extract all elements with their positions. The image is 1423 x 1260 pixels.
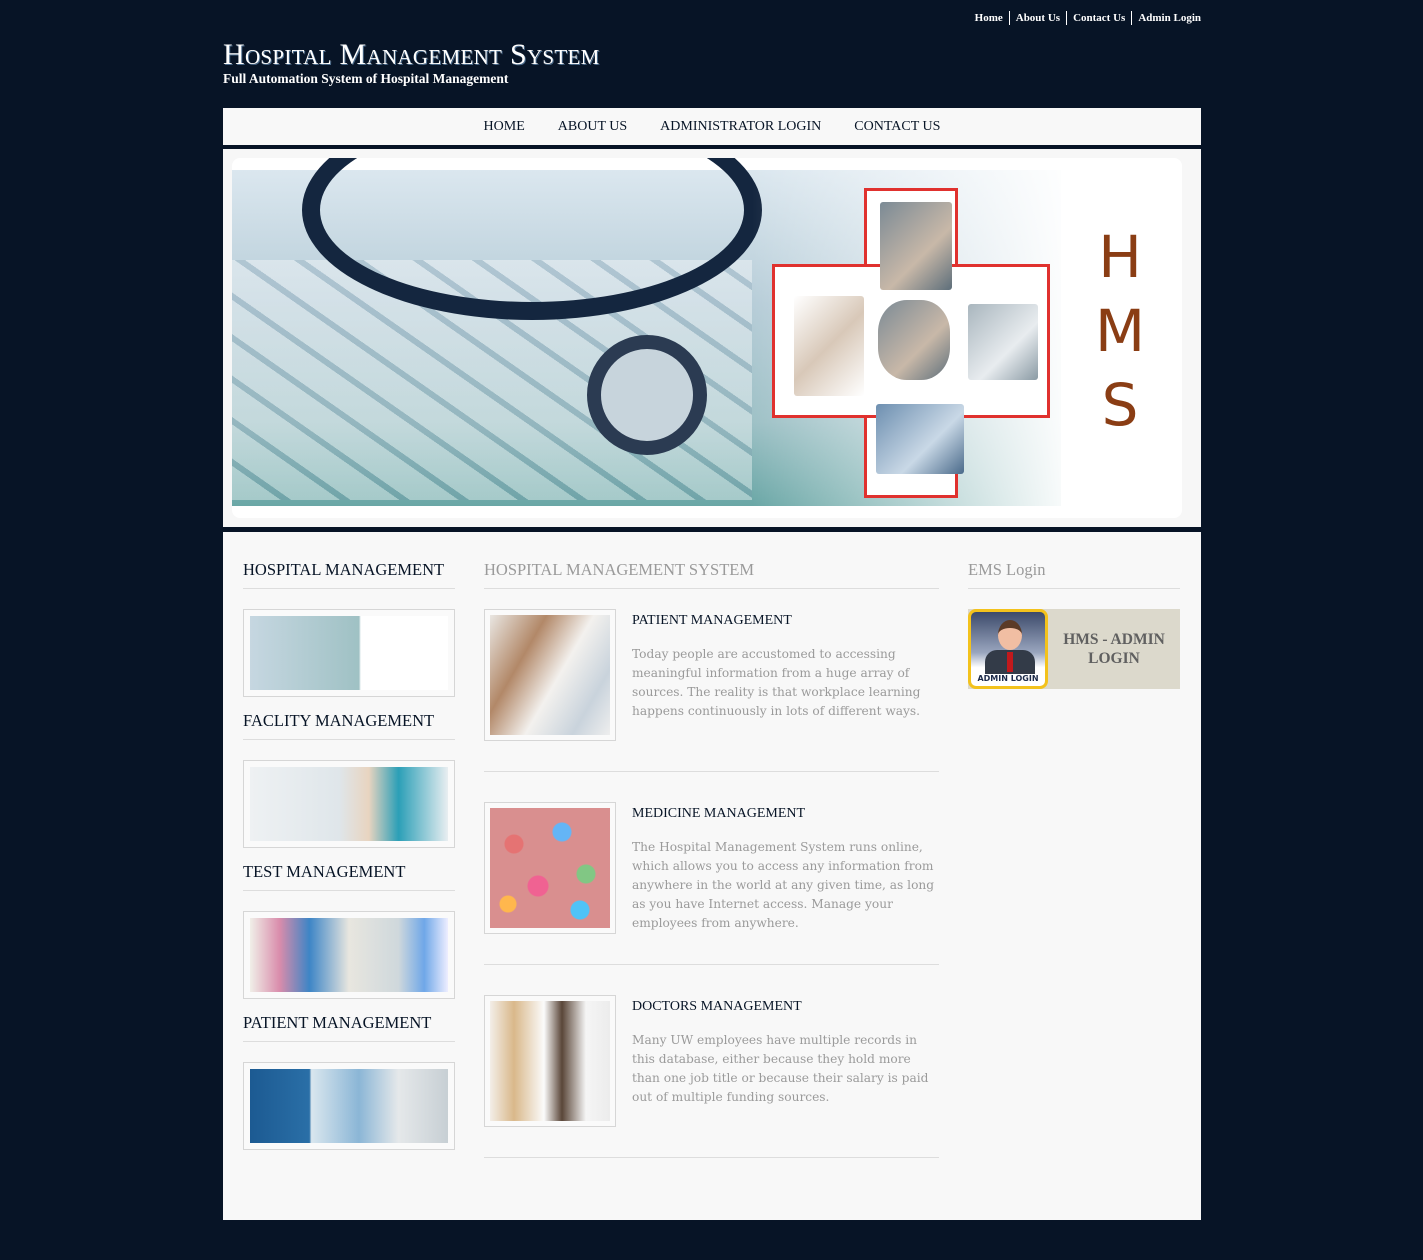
list-item: PATIENT MANAGEMENT Today people are accu…: [484, 609, 939, 772]
item-title[interactable]: DOCTORS MANAGEMENT: [632, 999, 939, 1015]
list-item: MEDICINE MANAGEMENT The Hospital Managem…: [484, 802, 939, 965]
nav-administrator-login[interactable]: ADMINISTRATOR LOGIN: [644, 119, 838, 135]
hms-vertical-text: H M S: [1094, 223, 1146, 439]
collage-photo: [878, 300, 950, 380]
sidebar-image-patient[interactable]: [243, 1062, 455, 1150]
sidebar-image-facility[interactable]: [243, 760, 455, 848]
nav-contact-us[interactable]: CONTACT US: [838, 119, 957, 135]
nav-home[interactable]: HOME: [467, 119, 541, 135]
nav-about-us[interactable]: ABOUT US: [541, 119, 643, 135]
site-title[interactable]: Hospital Management System: [223, 38, 600, 72]
right-sidebar: EMS Login ADMIN LOGIN HMS - ADMIN LOGIN: [968, 560, 1180, 689]
main-column: HOSPITAL MANAGEMENT SYSTEM PATIENT MANAG…: [484, 560, 939, 1188]
admin-login-button[interactable]: ADMIN LOGIN HMS - ADMIN LOGIN: [968, 609, 1180, 689]
top-link-admin-login[interactable]: Admin Login: [1131, 11, 1201, 25]
red-cross-icon: [772, 188, 1050, 498]
hms-thumbnail: [250, 616, 448, 690]
item-title[interactable]: PATIENT MANAGEMENT: [632, 613, 939, 629]
sidebar-heading-patient: PATIENT MANAGEMENT: [243, 1013, 455, 1042]
main-heading: HOSPITAL MANAGEMENT SYSTEM: [484, 560, 939, 589]
admin-user-icon[interactable]: ADMIN LOGIN: [968, 609, 1048, 689]
site-branding: Hospital Management System Full Automati…: [223, 38, 600, 86]
collage-photo: [876, 404, 964, 474]
top-link-home[interactable]: Home: [969, 11, 1009, 25]
lab-photo: [250, 918, 448, 992]
top-link-contact[interactable]: Contact Us: [1066, 11, 1131, 25]
item-description: The Hospital Management System runs onli…: [632, 840, 935, 930]
item-title[interactable]: MEDICINE MANAGEMENT: [632, 806, 939, 822]
collage-photo: [968, 304, 1038, 380]
admin-login-label[interactable]: HMS - ADMIN LOGIN: [1048, 630, 1180, 668]
content-area: HOSPITAL MANAGEMENT FACLITY MANAGEMENT T…: [223, 532, 1201, 1220]
doctors-photo: [490, 1001, 610, 1121]
sidebar-image-test[interactable]: [243, 911, 455, 999]
item-image: [484, 802, 616, 934]
ems-login-heading: EMS Login: [968, 560, 1180, 589]
nurse-photo: [250, 767, 448, 841]
top-links: Home About Us Contact Us Admin Login: [969, 11, 1201, 25]
sidebar-image-hospital[interactable]: [243, 609, 455, 697]
item-image: [484, 995, 616, 1127]
main-nav: HOME ABOUT US ADMINISTRATOR LOGIN CONTAC…: [223, 108, 1201, 147]
item-description: Today people are accustomed to accessing…: [632, 647, 921, 718]
admin-icon-label: ADMIN LOGIN: [977, 674, 1039, 683]
top-link-about[interactable]: About Us: [1008, 11, 1066, 25]
banner-section: H M S: [223, 149, 1201, 527]
item-image: [484, 609, 616, 741]
sidebar-heading-facility: FACLITY MANAGEMENT: [243, 711, 455, 740]
patient-care-photo: [250, 1069, 448, 1143]
collage-photo: [794, 296, 864, 396]
sidebar-heading-test: TEST MANAGEMENT: [243, 862, 455, 891]
doctor-patient-photo: [490, 615, 610, 735]
list-item: DOCTORS MANAGEMENT Many UW employees hav…: [484, 995, 939, 1158]
site-subtitle: Full Automation System of Hospital Manag…: [223, 71, 509, 86]
stethoscope-chestpiece: [587, 335, 707, 455]
hms-banner-image: H M S: [232, 158, 1182, 518]
item-description: Many UW employees have multiple records …: [632, 1033, 929, 1104]
collage-photo: [880, 202, 952, 290]
pills-photo: [490, 808, 610, 928]
sidebar-heading-hospital: HOSPITAL MANAGEMENT: [243, 560, 455, 589]
left-sidebar: HOSPITAL MANAGEMENT FACLITY MANAGEMENT T…: [243, 560, 455, 1164]
